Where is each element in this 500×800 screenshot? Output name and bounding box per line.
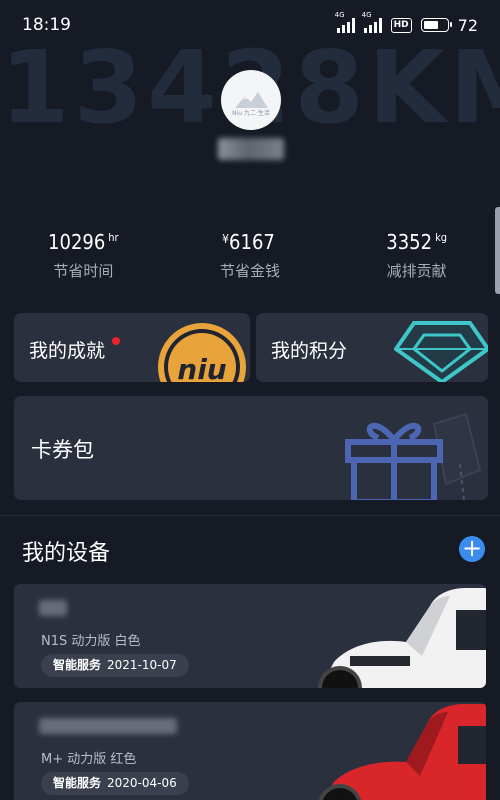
service-date: 2021-10-07 [107, 658, 177, 672]
achievements-title: 我的成就 [29, 340, 106, 362]
device-name-blurred [39, 718, 177, 734]
stat-value: ¥6167 [222, 230, 275, 254]
device-card[interactable]: N1S 动力版 白色 智能服务 2021-10-07 [14, 584, 486, 688]
niu-badge-text: niu [177, 353, 227, 382]
mountain-icon [235, 92, 268, 108]
stat-time-saved: 10296 hr 节省时间 [0, 230, 167, 281]
device-card[interactable]: M+ 动力版 红色 智能服务 2020-04-06 [14, 702, 486, 800]
hd-voice-icon: HD [390, 17, 412, 33]
stats-row: 10296 hr 节省时间 ¥6167 节省金钱 3352 kg 减排贡献 [0, 230, 500, 281]
signal-icon-2: 4G [362, 11, 382, 33]
achievements-card[interactable]: 我的成就 niu [14, 313, 250, 382]
stat-label: 减排贡献 [386, 262, 447, 280]
notification-dot [112, 337, 120, 345]
battery-icon [420, 18, 452, 32]
battery-percent: 72 [457, 15, 478, 35]
device-model: M+ 动力版 红色 [41, 752, 137, 767]
status-time: 18:19 [22, 15, 71, 35]
stat-money-saved: ¥6167 节省金钱 [167, 230, 334, 281]
points-title: 我的积分 [271, 340, 348, 362]
network-type-label-2: 4G [361, 11, 372, 19]
stat-label: 节省时间 [53, 262, 114, 280]
section-divider [0, 515, 500, 516]
username-blurred [218, 138, 284, 160]
scooter-image-red [318, 704, 486, 800]
service-tag[interactable]: 智能服务 2021-10-07 [41, 654, 189, 677]
add-device-button[interactable]: + [459, 536, 485, 562]
stat-emission-reduced: 3352 kg 减排贡献 [333, 230, 500, 281]
coupons-title: 卡券包 [31, 438, 94, 462]
avatar[interactable]: Niu 九二·生活 [221, 70, 281, 130]
service-label: 智能服务 [53, 776, 102, 790]
service-label: 智能服务 [53, 658, 102, 672]
coupons-card[interactable]: 卡券包 [14, 396, 488, 500]
scroll-handle[interactable] [495, 207, 500, 294]
niu-badge-icon: niu [158, 323, 246, 382]
devices-section-title: 我的设备 [22, 541, 111, 566]
scooter-image-white [318, 588, 486, 688]
device-model: N1S 动力版 白色 [41, 634, 141, 649]
status-icons: 4G 4G HD 72 [335, 11, 478, 35]
device-name-blurred [39, 600, 67, 616]
stat-value: 10296 hr [48, 230, 119, 254]
stat-value: 3352 kg [386, 230, 448, 254]
network-type-label: 4G [334, 11, 345, 19]
gift-icon [345, 412, 482, 500]
avatar-caption: Niu 九二·生活 [232, 110, 270, 117]
signal-icon: 4G [335, 11, 355, 33]
service-date: 2020-04-06 [107, 776, 177, 790]
service-tag[interactable]: 智能服务 2020-04-06 [41, 772, 189, 795]
stat-label: 节省金钱 [220, 262, 281, 280]
points-card[interactable]: 我的积分 [256, 313, 488, 382]
gem-icon [394, 321, 488, 382]
status-bar: 18:19 4G 4G HD 72 [0, 0, 500, 50]
